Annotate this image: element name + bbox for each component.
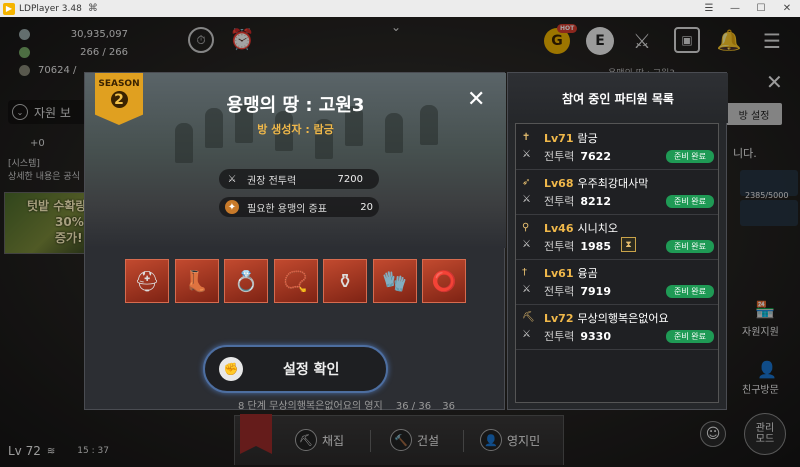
member-power: 1985 xyxy=(580,240,611,253)
season-badge: SEASON 2 xyxy=(95,73,143,125)
proof-label: 필요한 용맹의 증표 xyxy=(247,203,327,215)
confirm-label: 설정 확인 xyxy=(283,362,340,378)
reward-items: ⛑ 👢 💍 📿 ⚱ 🧤 ⭕ xyxy=(125,259,472,303)
sword-class-icon: ✝ xyxy=(522,132,531,143)
window-title: LDPlayer 3.48 xyxy=(19,3,82,14)
minimize-icon[interactable]: — xyxy=(722,0,748,17)
member-power: 7622 xyxy=(580,150,611,163)
party-member[interactable]: ✝ ⚔ Lv71 람긍 전투력 7622 준비 완료 xyxy=(516,126,718,170)
party-panel: 참여 중인 파티원 목록 ✝ ⚔ Lv71 람긍 전투력 7622 준비 완료 ➶ … xyxy=(507,72,728,410)
party-member[interactable]: ➶ ⚔ Lv68 우주최강대사막 전투력 8212 준비 완료 xyxy=(516,171,718,215)
app-logo-icon: ▶ xyxy=(3,2,15,15)
required-proof: ✦ 필요한 용맹의 증표 20 xyxy=(219,197,379,217)
party-list: ✝ ⚔ Lv71 람긍 전투력 7622 준비 완료 ➶ ⚔ Lv68 우주최강대사막… xyxy=(515,123,719,403)
recommended-power: ⚔ 권장 전투력 7200 xyxy=(219,169,379,189)
dagger-class-icon: † xyxy=(522,267,527,278)
member-name: 시니치오 xyxy=(577,222,618,235)
cuff-icon[interactable]: ⭕ xyxy=(422,259,466,303)
window-titlebar: ▶ LDPlayer 3.48 ⌘ ☰ — ☐ ✕ xyxy=(0,0,800,17)
close-window-icon[interactable]: ✕ xyxy=(774,0,800,17)
maximize-icon[interactable]: ☐ xyxy=(748,0,774,17)
modal-title: 용맹의 땅 : 고원3 xyxy=(226,95,365,116)
fist-icon: ✊ xyxy=(219,357,243,381)
necklace-icon[interactable]: 📿 xyxy=(273,259,318,303)
proof-value: 20 xyxy=(360,201,373,213)
ready-badge: 준비 완료 xyxy=(666,285,714,298)
modal-close-icon[interactable]: ✕ xyxy=(467,87,485,112)
power-label: 전투력 xyxy=(544,150,575,163)
member-level: Lv46 xyxy=(544,222,574,235)
bracelet-icon[interactable]: ⚱ xyxy=(323,259,367,303)
ready-badge: 준비 완료 xyxy=(666,330,714,343)
helmet-small-icon: ⚔ xyxy=(522,194,531,205)
season-label: SEASON xyxy=(98,79,140,89)
party-member[interactable]: ⛏ ⚔ Lv72 무상의행복은없어요 전투력 9330 준비 완료 xyxy=(516,306,718,350)
window-controls: ☰ — ☐ ✕ xyxy=(696,0,800,17)
hourglass-icon: ⧗ xyxy=(621,237,636,252)
gamepad-icon[interactable]: ⌘ xyxy=(88,3,98,14)
pick-class-icon: ⛏ xyxy=(522,312,535,323)
footer-text: 8 단계 무상의행복은없어요의 영지 xyxy=(238,401,383,412)
boots-icon[interactable]: 👢 xyxy=(174,259,219,303)
party-member[interactable]: † ⚔ Lv61 융곰 전투력 7919 준비 완료 xyxy=(516,261,718,305)
member-power: 9330 xyxy=(580,330,611,343)
member-power: 7919 xyxy=(580,285,611,298)
ready-badge: 준비 완료 xyxy=(666,240,714,253)
proof-token-icon: ✦ xyxy=(225,200,239,214)
helmet-small-icon: ⚔ xyxy=(522,329,531,340)
helmet-icon[interactable]: ⛑ xyxy=(125,259,169,303)
ready-badge: 준비 완료 xyxy=(666,195,714,208)
helmet-small-icon: ⚔ xyxy=(522,149,531,160)
menu-icon[interactable]: ☰ xyxy=(696,0,722,17)
member-name: 우주최강대사막 xyxy=(577,177,649,190)
bow-class-icon: ➶ xyxy=(522,177,531,188)
footer-count2: 36 xyxy=(442,401,455,412)
power-label: 전투력 xyxy=(544,240,575,253)
party-member[interactable]: ⚲ ⚔ Lv46 시니치오 전투력 1985 ⧗ 준비 완료 xyxy=(516,216,718,260)
confirm-settings-button[interactable]: ✊ 설정 확인 xyxy=(203,345,388,393)
member-name: 융곰 xyxy=(577,267,598,280)
member-level: Lv72 xyxy=(544,312,574,325)
staff-class-icon: ⚲ xyxy=(522,222,530,233)
territory-footer: 8 단계 무상의행복은없어요의 영지 36 / 36 36 xyxy=(238,397,455,412)
power-label: 전투력 xyxy=(544,285,575,298)
member-name: 람긍 xyxy=(577,132,598,145)
member-level: Lv71 xyxy=(544,132,574,145)
power-label: 전투력 xyxy=(544,330,575,343)
helmet-small-icon: ⚔ xyxy=(522,239,531,250)
rec-power-label: 권장 전투력 xyxy=(247,175,297,187)
party-title: 참여 중인 파티원 목록 xyxy=(508,73,728,123)
rec-power-value: 7200 xyxy=(337,173,363,185)
power-label: 전투력 xyxy=(544,195,575,208)
member-level: Lv61 xyxy=(544,267,574,280)
footer-count: 36 / 36 xyxy=(395,401,432,412)
member-name: 무상의행복은없어요 xyxy=(577,312,669,325)
season-number: 2 xyxy=(110,91,128,108)
member-level: Lv68 xyxy=(544,177,574,190)
helmet-small-icon: ⚔ xyxy=(522,284,531,295)
power-helmet-icon: ⚔ xyxy=(227,173,237,185)
ready-badge: 준비 완료 xyxy=(666,150,714,163)
territory-modal: 용맹의 땅 : 고원3 방 생성자 : 람긍 ✕ ⚔ 권장 전투력 7200 ✦… xyxy=(84,72,506,410)
room-creator: 방 생성자 : 람긍 xyxy=(257,123,334,136)
member-power: 8212 xyxy=(580,195,611,208)
gauntlet-icon[interactable]: 🧤 xyxy=(372,259,417,303)
ring-icon[interactable]: 💍 xyxy=(224,259,268,303)
